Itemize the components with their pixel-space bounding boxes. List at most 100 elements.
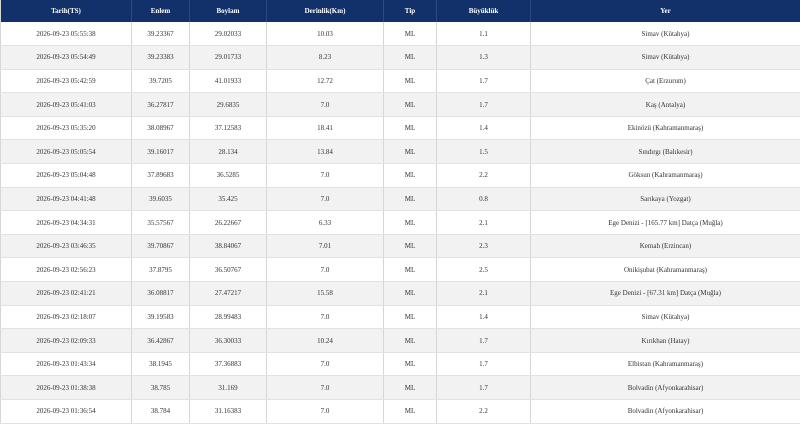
location-cell: Sındırgı (Balıkesir) bbox=[531, 140, 800, 164]
depth-cell: 7.0 bbox=[267, 187, 384, 211]
table-row[interactable]: 2026-09-23 05:05:5439.1601728.13413.84ML… bbox=[1, 140, 800, 164]
table-header-row: Tarih(TS) Enlem Boylam Derinlik(Km) Tip … bbox=[1, 0, 800, 22]
type-cell: ML bbox=[384, 46, 437, 70]
depth-cell: 7.0 bbox=[267, 400, 384, 424]
latitude-cell: 39.6035 bbox=[132, 187, 190, 211]
type-cell: ML bbox=[384, 329, 437, 353]
date-cell: 2026-09-23 05:41:03 bbox=[1, 93, 132, 117]
column-header-depth[interactable]: Derinlik(Km) bbox=[267, 0, 384, 22]
table-row[interactable]: 2026-09-23 01:43:3438.194537.368837.0ML1… bbox=[1, 352, 800, 376]
location-cell: Onikişubat (Kahramanmaraş) bbox=[531, 258, 800, 282]
longitude-cell: 29.02033 bbox=[190, 22, 267, 46]
depth-cell: 10.03 bbox=[267, 22, 384, 46]
longitude-cell: 26.22667 bbox=[190, 211, 267, 235]
depth-cell: 7.0 bbox=[267, 376, 384, 400]
date-cell: 2026-09-23 02:56:23 bbox=[1, 258, 132, 282]
date-cell: 2026-09-23 01:43:34 bbox=[1, 352, 132, 376]
date-cell: 2026-09-23 01:36:54 bbox=[1, 400, 132, 424]
depth-cell: 7.0 bbox=[267, 164, 384, 188]
table-row[interactable]: 2026-09-23 05:54:4939.2338329.017338.23M… bbox=[1, 46, 800, 70]
latitude-cell: 39.16017 bbox=[132, 140, 190, 164]
date-cell: 2026-09-23 05:55:38 bbox=[1, 22, 132, 46]
type-cell: ML bbox=[384, 400, 437, 424]
date-cell: 2026-09-23 05:42:59 bbox=[1, 69, 132, 93]
date-cell: 2026-09-23 05:35:20 bbox=[1, 116, 132, 140]
latitude-cell: 39.70867 bbox=[132, 234, 190, 258]
type-cell: ML bbox=[384, 69, 437, 93]
table-row[interactable]: 2026-09-23 05:04:4837.8968336.52857.0ML2… bbox=[1, 164, 800, 188]
depth-cell: 7.0 bbox=[267, 258, 384, 282]
depth-cell: 10.24 bbox=[267, 329, 384, 353]
table-row[interactable]: 2026-09-23 03:46:3539.7086738.840677.01M… bbox=[1, 234, 800, 258]
table-row[interactable]: 2026-09-23 02:41:2136.0881727.4721715.58… bbox=[1, 282, 800, 306]
column-header-date[interactable]: Tarih(TS) bbox=[1, 0, 132, 22]
longitude-cell: 36.30033 bbox=[190, 329, 267, 353]
latitude-cell: 35.57567 bbox=[132, 211, 190, 235]
column-header-latitude[interactable]: Enlem bbox=[132, 0, 190, 22]
magnitude-cell: 1.7 bbox=[437, 329, 531, 353]
column-header-magnitude[interactable]: Büyüklük bbox=[437, 0, 531, 22]
longitude-cell: 41.01933 bbox=[190, 69, 267, 93]
table-row[interactable]: 2026-09-23 02:56:2337.879536.507677.0ML2… bbox=[1, 258, 800, 282]
type-cell: ML bbox=[384, 234, 437, 258]
table-row[interactable]: 2026-09-23 01:36:5438.78431.163837.0ML2.… bbox=[1, 400, 800, 424]
table-row[interactable]: 2026-09-23 05:55:3839.2336729.0203310.03… bbox=[1, 22, 800, 46]
location-cell: Elbistan (Kahramanmaraş) bbox=[531, 352, 800, 376]
table-row[interactable]: 2026-09-23 05:35:2038.0896737.1258318.41… bbox=[1, 116, 800, 140]
type-cell: ML bbox=[384, 22, 437, 46]
depth-cell: 12.72 bbox=[267, 69, 384, 93]
magnitude-cell: 1.1 bbox=[437, 22, 531, 46]
magnitude-cell: 2.5 bbox=[437, 258, 531, 282]
type-cell: ML bbox=[384, 116, 437, 140]
latitude-cell: 39.7205 bbox=[132, 69, 190, 93]
longitude-cell: 38.84067 bbox=[190, 234, 267, 258]
magnitude-cell: 1.4 bbox=[437, 305, 531, 329]
magnitude-cell: 1.3 bbox=[437, 46, 531, 70]
latitude-cell: 37.8795 bbox=[132, 258, 190, 282]
magnitude-cell: 1.4 bbox=[437, 116, 531, 140]
longitude-cell: 31.16383 bbox=[190, 400, 267, 424]
table-row[interactable]: 2026-09-23 05:41:0336.2781729.68357.0ML1… bbox=[1, 93, 800, 117]
location-cell: Simav (Kütahya) bbox=[531, 22, 800, 46]
magnitude-cell: 1.7 bbox=[437, 69, 531, 93]
date-cell: 2026-09-23 02:09:33 bbox=[1, 329, 132, 353]
latitude-cell: 36.42867 bbox=[132, 329, 190, 353]
column-header-longitude[interactable]: Boylam bbox=[190, 0, 267, 22]
depth-cell: 13.84 bbox=[267, 140, 384, 164]
depth-cell: 7.0 bbox=[267, 305, 384, 329]
latitude-cell: 38.08967 bbox=[132, 116, 190, 140]
location-cell: Sarıkaya (Yozgat) bbox=[531, 187, 800, 211]
latitude-cell: 39.23367 bbox=[132, 22, 190, 46]
magnitude-cell: 2.3 bbox=[437, 234, 531, 258]
location-cell: Göksun (Kahramanmaraş) bbox=[531, 164, 800, 188]
table-row[interactable]: 2026-09-23 02:09:3336.4286736.3003310.24… bbox=[1, 329, 800, 353]
type-cell: ML bbox=[384, 164, 437, 188]
type-cell: ML bbox=[384, 352, 437, 376]
type-cell: ML bbox=[384, 376, 437, 400]
type-cell: ML bbox=[384, 187, 437, 211]
latitude-cell: 36.08817 bbox=[132, 282, 190, 306]
location-cell: Çat (Erzurum) bbox=[531, 69, 800, 93]
type-cell: ML bbox=[384, 211, 437, 235]
location-cell: Bolvadin (Afyonkarahisar) bbox=[531, 400, 800, 424]
column-header-type[interactable]: Tip bbox=[384, 0, 437, 22]
table-body: 2026-09-23 05:55:3839.2336729.0203310.03… bbox=[1, 22, 800, 423]
table-row[interactable]: 2026-09-23 05:42:5939.720541.0193312.72M… bbox=[1, 69, 800, 93]
type-cell: ML bbox=[384, 305, 437, 329]
column-header-location[interactable]: Yer bbox=[531, 0, 800, 22]
type-cell: ML bbox=[384, 258, 437, 282]
location-cell: Kırıkhan (Hatay) bbox=[531, 329, 800, 353]
table-row[interactable]: 2026-09-23 02:18:0739.1958328.994837.0ML… bbox=[1, 305, 800, 329]
table-row[interactable]: 2026-09-23 04:41:4839.603535.4257.0ML0.8… bbox=[1, 187, 800, 211]
type-cell: ML bbox=[384, 140, 437, 164]
depth-cell: 7.0 bbox=[267, 93, 384, 117]
depth-cell: 7.01 bbox=[267, 234, 384, 258]
location-cell: Ege Denizi - [165.77 km] Datça (Muğla) bbox=[531, 211, 800, 235]
magnitude-cell: 0.8 bbox=[437, 187, 531, 211]
table-row[interactable]: 2026-09-23 04:34:3135.5756726.226676.33M… bbox=[1, 211, 800, 235]
longitude-cell: 28.134 bbox=[190, 140, 267, 164]
date-cell: 2026-09-23 04:41:48 bbox=[1, 187, 132, 211]
table-row[interactable]: 2026-09-23 01:38:3838.78531.1697.0ML1.7B… bbox=[1, 376, 800, 400]
earthquake-table-container: Tarih(TS) Enlem Boylam Derinlik(Km) Tip … bbox=[0, 0, 800, 424]
date-cell: 2026-09-23 05:04:48 bbox=[1, 164, 132, 188]
